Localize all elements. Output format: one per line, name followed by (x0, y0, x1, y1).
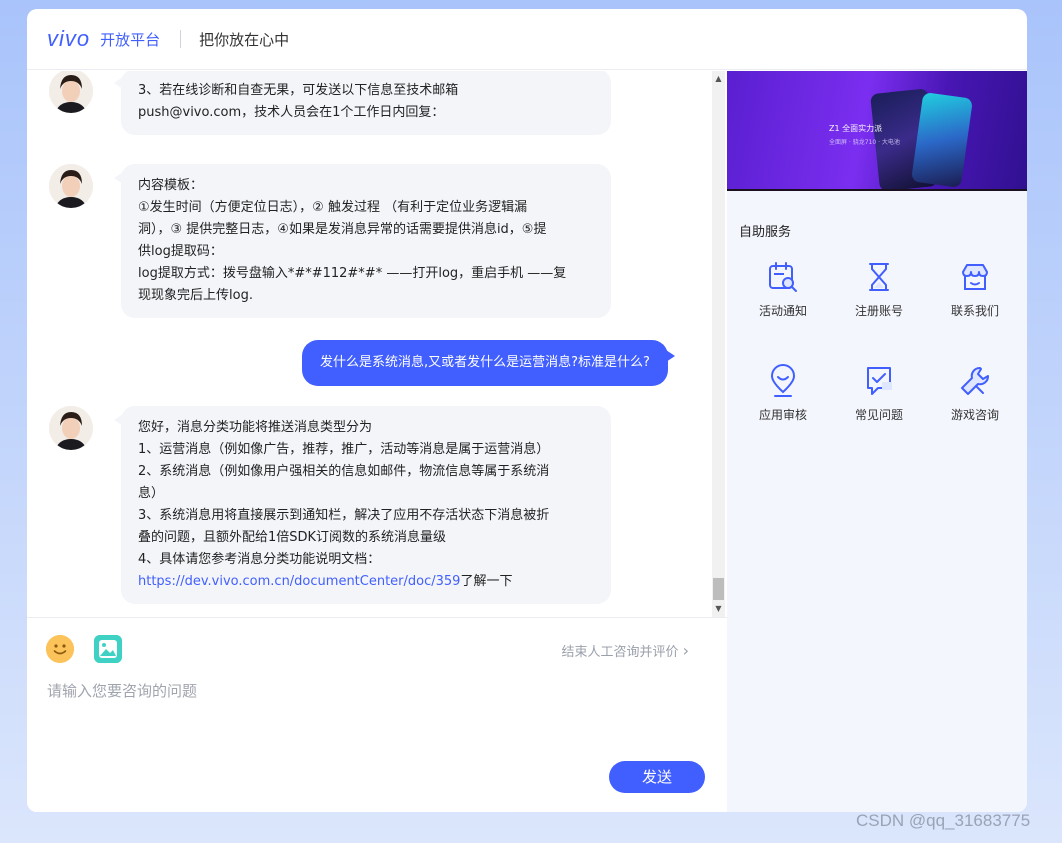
message-line: 息） (138, 486, 165, 501)
message-line: 供log提取码： (138, 244, 223, 259)
agent-avatar (49, 406, 93, 450)
service-label: 注册账号 (854, 304, 903, 318)
message-line: log提取方式：拨号盘输入*#*#112#*#* ——打开log，重启手机 ——… (138, 266, 567, 281)
emoji-icon[interactable] (46, 635, 74, 663)
header: vivo 开放平台 把你放在心中 (27, 9, 1027, 70)
wrench-icon (961, 367, 989, 395)
message-line: 内容模板： (138, 178, 204, 193)
side-panel: Z1 全面实力派 全面屏 · 骁龙710 · 大电池 自助服务 活动通知 注册账… (727, 71, 1027, 812)
service-register-account[interactable]: 注册账号 (834, 260, 924, 319)
service-contact-us[interactable]: 联系我们 (930, 260, 1020, 319)
message-line: 1、运营消息（例如像广告，推荐，推广，活动等消息是属于运营消息） (138, 442, 550, 457)
service-activity-notice[interactable]: 活动通知 (738, 260, 828, 319)
message-line: 3、若在线诊断和自查无果，可发送以下信息至技术邮箱 (138, 83, 459, 98)
message-line: ①发生时间（方便定位日志），② 触发过程 （有利于定位业务逻辑漏 (138, 200, 528, 215)
header-divider (180, 30, 182, 48)
service-faq[interactable]: 常见问题 (834, 364, 924, 423)
end-consult-link[interactable]: 结束人工咨询并评价 › (561, 641, 689, 660)
composer: 结束人工咨询并评价 › 发送 (27, 617, 727, 812)
calendar-search-icon (769, 262, 797, 292)
image-upload-icon[interactable] (94, 635, 122, 663)
user-message: 发什么是系统消息,又或者发什么是运营消息?标准是什么? (302, 340, 675, 386)
chat-messages[interactable]: 3、若在线诊断和自查无果，可发送以下信息至技术邮箱 push@vivo.com，… (27, 71, 714, 617)
service-game-consult[interactable]: 游戏咨询 (930, 364, 1020, 423)
agent-message: 内容模板： ①发生时间（方便定位日志），② 触发过程 （有利于定位业务逻辑漏 洞… (114, 164, 611, 318)
location-pin-icon (770, 364, 796, 397)
chat-check-icon (867, 367, 892, 395)
agent-message: 您好，消息分类功能将推送消息类型分为 1、运营消息（例如像广告，推荐，推广，活动… (114, 406, 611, 604)
promo-banner[interactable]: Z1 全面实力派 全面屏 · 骁龙710 · 大电池 (727, 71, 1027, 191)
chat-window: vivo 开放平台 把你放在心中 3、若在线诊断和自查无果，可发送以下信息至技术… (27, 9, 1027, 812)
send-button[interactable]: 发送 (609, 761, 705, 793)
message-line: 叠的问题，且额外配给1倍SDK订阅数的系统消息量级 (138, 530, 447, 545)
service-label: 联系我们 (950, 304, 999, 318)
end-consult-label: 结束人工咨询并评价 (561, 645, 679, 660)
chevron-right-icon: › (682, 641, 689, 660)
message-line: 洞），③ 提供完整日志，④如果是发消息异常的话需要提供消息id，⑤提 (138, 222, 547, 237)
banner-subline: 全面屏 · 骁龙710 · 大电池 (829, 139, 900, 146)
banner-edge (727, 189, 1027, 191)
service-label: 常见问题 (854, 408, 903, 422)
self-service-title: 自助服务 (739, 225, 792, 240)
agent-avatar (49, 164, 93, 208)
message-line: 您好，消息分类功能将推送消息类型分为 (138, 420, 373, 435)
agent-avatar (49, 71, 93, 113)
banner-headline: Z1 全面实力派 (829, 124, 883, 133)
message-line: https://dev.vivo.com.cn/documentCenter/d… (138, 571, 594, 593)
platform-title[interactable]: 开放平台 (100, 29, 160, 50)
message-line: 4、具体请您参考消息分类功能说明文档： (138, 552, 381, 567)
service-label: 游戏咨询 (950, 408, 999, 422)
scroll-up-arrow-icon[interactable]: ▲ (712, 73, 725, 85)
service-app-review[interactable]: 应用审核 (738, 364, 828, 423)
vivo-logo[interactable]: vivo (47, 26, 90, 52)
agent-message: 3、若在线诊断和自查无果，可发送以下信息至技术邮箱 push@vivo.com，… (114, 71, 611, 135)
service-label: 活动通知 (758, 304, 807, 318)
store-icon (962, 264, 988, 290)
doc-link[interactable]: https://dev.vivo.com.cn/documentCenter/d… (138, 574, 460, 589)
message-line: 2、系统消息（例如像用户强相关的信息如邮件，物流信息等属于系统消 (138, 464, 550, 479)
watermark: CSDN @qq_31683775 (856, 811, 1031, 830)
chat-scrollbar[interactable]: ▲ ▼ (712, 71, 725, 617)
hourglass-icon (869, 263, 889, 291)
message-line: push@vivo.com，技术人员会在1个工作日内回复： (138, 105, 445, 120)
service-label: 应用审核 (758, 408, 807, 422)
message-line: 现现象完后上传log. (138, 288, 253, 303)
scroll-thumb[interactable] (713, 578, 724, 600)
scroll-down-arrow-icon[interactable]: ▼ (712, 603, 725, 615)
message-input[interactable] (47, 680, 707, 750)
slogan: 把你放在心中 (199, 30, 290, 49)
message-line: 3、系统消息用将直接展示到通知栏，解决了应用不存活状态下消息被折 (138, 508, 550, 523)
link-suffix: 了解一下 (460, 574, 513, 589)
